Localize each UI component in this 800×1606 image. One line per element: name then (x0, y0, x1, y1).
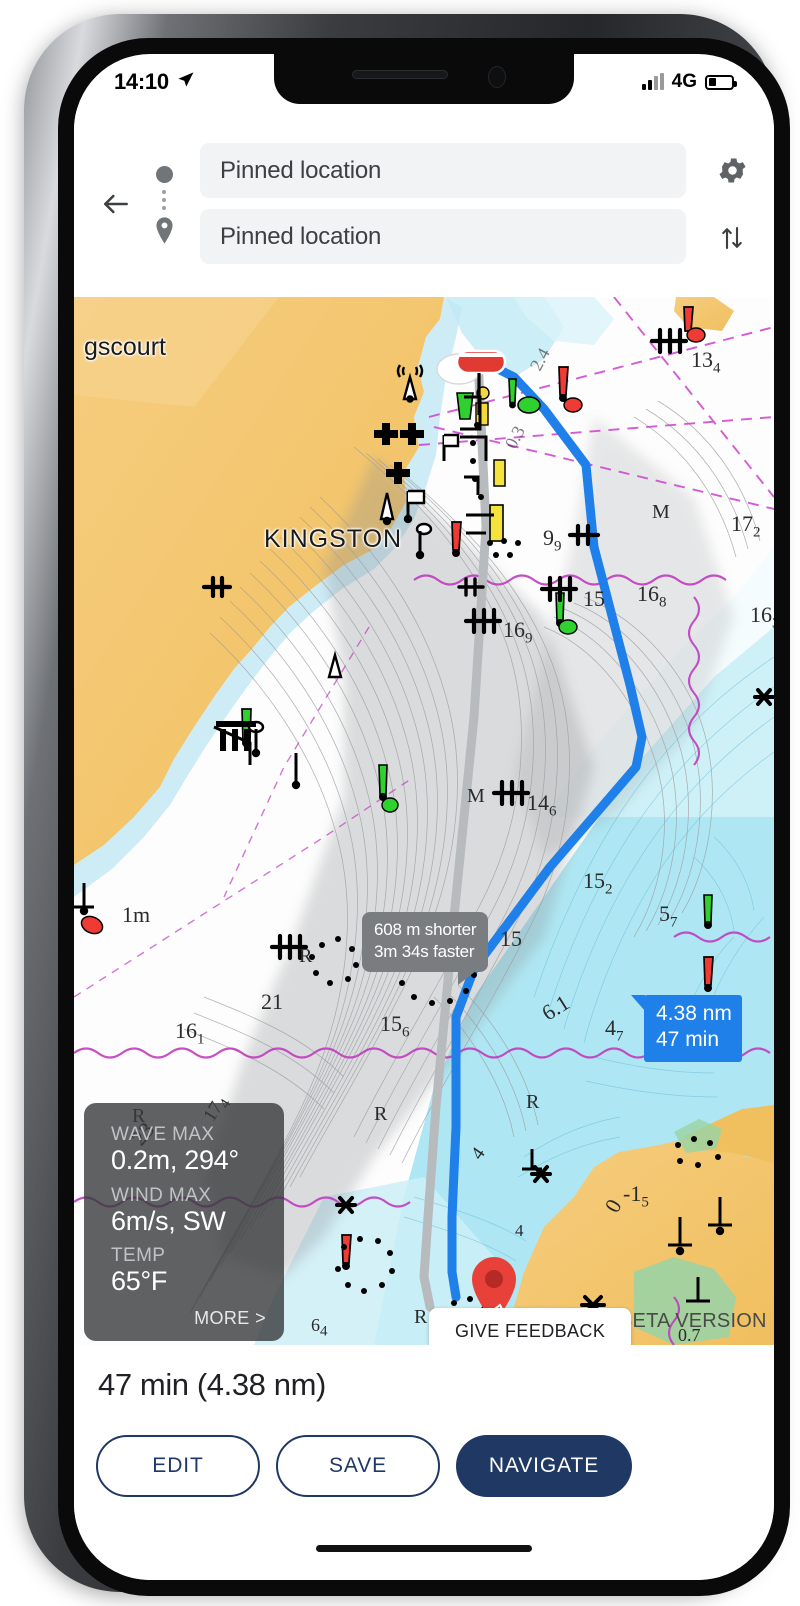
temp-label: TEMP (111, 1245, 166, 1267)
depth-sounding: 57 (659, 901, 678, 931)
depth-sounding: 15 (583, 586, 605, 611)
route-comparison-distance: 608 m shorter (374, 920, 477, 939)
front-camera (488, 66, 506, 88)
circle-dot-icon (155, 165, 173, 183)
depth-sounding: 21 (773, 340, 774, 366)
back-button[interactable] (88, 188, 144, 220)
edit-button[interactable]: EDIT (96, 1435, 260, 1497)
map-place-label: gscourt (84, 333, 166, 361)
temp-value: 65°F (111, 1266, 168, 1297)
wave-max-label: WAVE MAX (111, 1124, 215, 1145)
status-bar-right: 4G (641, 71, 737, 93)
depth-sounding: 156 (380, 1011, 410, 1041)
vertical-dots-icon[interactable] (162, 189, 166, 210)
route-badge-duration: 47 min (656, 1028, 720, 1052)
home-indicator[interactable] (316, 1545, 532, 1552)
seabed-quality-mark: M (467, 785, 485, 807)
seabed-quality-mark: M (652, 501, 670, 523)
map-place-label: KINGSTON (264, 525, 403, 553)
route-search-header: Pinned location Pinned location (74, 110, 774, 297)
depth-sounding: 47 (605, 1015, 624, 1045)
route-endpoint-indicators (144, 164, 184, 244)
route-fields: Pinned location Pinned location (184, 143, 696, 264)
gear-icon[interactable] (716, 154, 749, 187)
route-badge-distance: 4.38 nm (656, 1002, 732, 1025)
header-actions (696, 154, 768, 253)
depth-sounding: 134 (691, 347, 721, 377)
depth-sounding: 99 (543, 525, 562, 555)
earpiece-speaker (352, 70, 448, 79)
seabed-quality-mark: R (299, 945, 313, 967)
phone-frame: 14:10 4G Pinned location Pinned location… (24, 14, 790, 1596)
wave-max-value: 0.2m, 294° (111, 1144, 239, 1175)
destination-input[interactable]: Pinned location (200, 209, 686, 264)
depth-sounding: 1m (122, 902, 151, 927)
cellular-bars-icon (641, 73, 664, 90)
depth-sounding: 172 (731, 511, 761, 541)
route-comparison-callout[interactable]: 608 m shorter 3m 34s faster (362, 912, 489, 984)
route-summary-text: 47 min (4.38 nm) (98, 1367, 326, 1402)
map-pin-icon (154, 216, 175, 244)
swap-vertical-icon[interactable] (717, 223, 747, 253)
wind-max-value: 6m/s, SW (111, 1205, 226, 1236)
phone-notch (274, 54, 574, 104)
depth-sounding: 168 (637, 581, 667, 611)
nautical-chart-map[interactable]: gscourt KINGSTON 134 21 172 99 168 163 1… (74, 297, 774, 1345)
weather-overlay-panel[interactable]: WAVE MAX 0.2m, 294° WIND MAX 6m/s, SW TE… (84, 1103, 284, 1341)
depth-sounding: 15 (500, 926, 522, 951)
depth-sounding: 152 (583, 868, 613, 898)
status-bar-left: 14:10 (114, 69, 195, 95)
seabed-quality-mark: R (526, 1091, 540, 1113)
battery-icon (705, 74, 737, 90)
depth-sounding: 64 (311, 1315, 328, 1340)
origin-input[interactable]: Pinned location (200, 143, 686, 198)
phone-screen: 14:10 4G Pinned location Pinned location… (74, 54, 774, 1580)
save-button[interactable]: SAVE (276, 1435, 440, 1497)
pier-structure (216, 721, 256, 751)
depth-sounding: 169 (503, 617, 533, 647)
seabed-quality-mark: R (414, 1306, 428, 1328)
route-action-row: EDIT SAVE NAVIGATE (96, 1435, 632, 1497)
wind-max-label: WIND MAX (111, 1184, 212, 1206)
weather-more-button[interactable]: MORE > (194, 1308, 266, 1329)
depth-sounding: 146 (527, 790, 557, 820)
depth-sounding: 161 (175, 1018, 205, 1048)
network-type-label: 4G (671, 71, 697, 92)
seabed-quality-mark: R (374, 1103, 388, 1125)
depth-sounding: 163 (750, 602, 774, 631)
navigation-arrow-icon (176, 70, 195, 94)
beta-version-label: BETA VERSION (619, 1310, 767, 1332)
route-comparison-time: 3m 34s faster (374, 941, 475, 961)
depth-sounding: 4 (515, 1221, 524, 1240)
depth-sounding: 21 (261, 989, 283, 1014)
give-feedback-button[interactable]: GIVE FEEDBACK (429, 1308, 632, 1345)
navigate-button[interactable]: NAVIGATE (456, 1435, 632, 1497)
active-route-badge[interactable]: 4.38 nm 47 min (631, 995, 742, 1062)
status-time: 14:10 (114, 69, 169, 94)
